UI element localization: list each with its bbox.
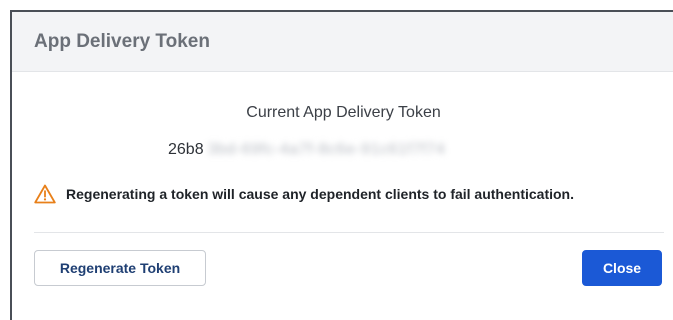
dialog-title: App Delivery Token (34, 30, 210, 52)
dialog-header: App Delivery Token (12, 12, 673, 72)
token-obscured-part: 3bd-69fc-4a7f-8c6e-91c61f7f74 (207, 141, 446, 158)
footer-divider (34, 232, 664, 233)
warning-triangle-icon (34, 184, 56, 204)
warning-text: Regenerating a token will cause any depe… (66, 186, 574, 202)
app-delivery-token-dialog: App Delivery Token Current App Delivery … (10, 10, 673, 320)
close-button[interactable]: Close (582, 250, 662, 286)
token-value: 26b8 3bd-69fc-4a7f-8c6e-91c61f7f74 (168, 141, 445, 159)
warning-message: Regenerating a token will cause any depe… (34, 184, 574, 204)
regenerate-token-button[interactable]: Regenerate Token (34, 250, 206, 286)
token-visible-prefix: 26b8 (168, 141, 204, 158)
token-label: Current App Delivery Token (246, 104, 441, 121)
